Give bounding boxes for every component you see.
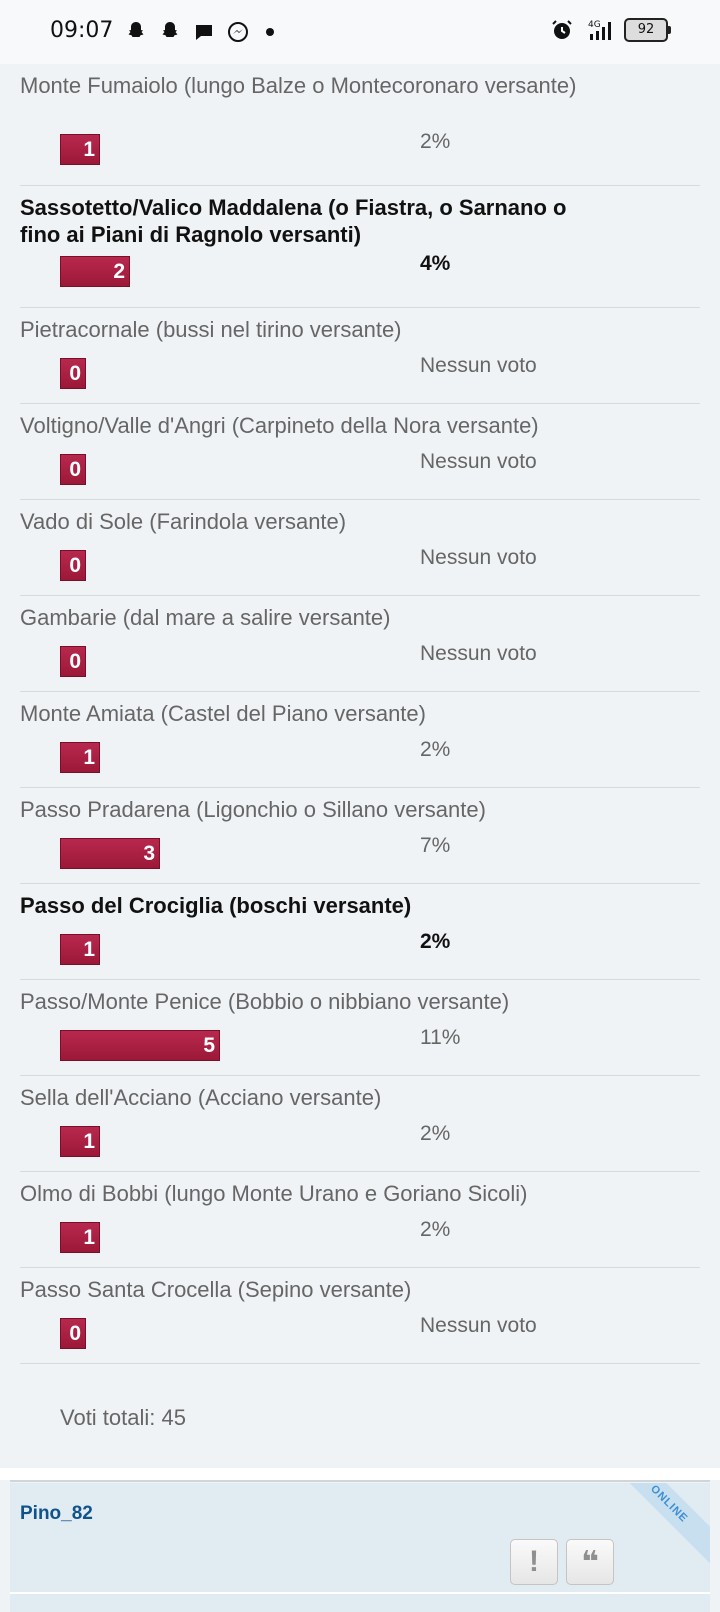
vote-bar: 1	[60, 134, 100, 165]
poll-option: Sassotetto/Valico Maddalena (o Fiastra, …	[20, 186, 700, 308]
vote-bar: 0	[60, 550, 86, 581]
messenger-icon	[228, 22, 248, 42]
vote-percent: 11%	[420, 1026, 461, 1049]
snapchat-icon	[128, 22, 144, 37]
vote-bar: 1	[60, 1126, 100, 1157]
poll-option-label: Passo Pradarena (Ligonchio o Sillano ver…	[20, 797, 486, 822]
poll-option-label: Pietracornale (bussi nel tirino versante…	[20, 317, 402, 342]
notification-icons	[124, 20, 274, 44]
vote-percent: Nessun voto	[420, 354, 537, 377]
poll-option-label: Monte Fumaiolo (lungo Balze o Montecoron…	[20, 73, 577, 98]
quote-button[interactable]: ❝	[566, 1539, 614, 1585]
bottom-divider	[10, 1592, 710, 1594]
status-bar: 09:07 4G 92	[0, 0, 720, 64]
poll-option-label: Monte Amiata (Castel del Piano versante)	[20, 701, 426, 726]
exclamation-icon: !	[529, 1545, 539, 1578]
vote-bar: 0	[60, 358, 86, 389]
poll-option: Gambarie (dal mare a salire versante) 0 Ne…	[20, 596, 700, 692]
signal-icon: 4G	[588, 20, 611, 40]
poll-option: Monte Amiata (Castel del Piano versante)…	[20, 692, 700, 788]
vote-bar: 0	[60, 1318, 86, 1349]
vote-percent: 2%	[420, 738, 451, 761]
poll-option-label: Passo/Monte Penice (Bobbio o nibbiano ve…	[20, 989, 510, 1014]
vote-bar: 2	[60, 256, 130, 287]
chat-bubble-icon	[196, 25, 212, 40]
poll-option: Passo Santa Crocella (Sepino versante) 0 N…	[20, 1268, 700, 1364]
vote-bar: 1	[60, 934, 100, 965]
vote-bar: 1	[60, 742, 100, 773]
poll-option: Sella dell'Acciano (Acciano versante) 1 2%	[20, 1076, 700, 1172]
vote-percent: 4%	[420, 252, 451, 275]
status-time: 09:07	[50, 18, 114, 43]
total-votes: Voti totali: 45	[60, 1405, 186, 1430]
separator-strip	[0, 1468, 720, 1480]
report-button[interactable]: !	[510, 1539, 558, 1585]
vote-percent: Nessun voto	[420, 450, 537, 473]
vote-percent: Nessun voto	[420, 1314, 537, 1337]
vote-bar: 3	[60, 838, 160, 869]
status-right: 4G 92	[550, 18, 671, 42]
poll-option-label: Sassotetto/Valico Maddalena (o Fiastra, …	[20, 195, 567, 247]
alarm-icon	[552, 20, 572, 39]
poll-option-label: Olmo di Bobbi (lungo Monte Urano e Goria…	[20, 1181, 528, 1206]
poll-results: Monte Fumaiolo (lungo Balze o Montecoron…	[20, 64, 700, 1364]
poll-option: Passo Pradarena (Ligonchio o Sillano ver…	[20, 788, 700, 884]
username-link[interactable]: Pino_82	[20, 1503, 93, 1525]
poll-option-label: Voltigno/Valle d'Angri (Carpineto della …	[20, 413, 539, 438]
poll-option-label: Sella dell'Acciano (Acciano versante)	[20, 1085, 382, 1110]
poll-option: Voltigno/Valle d'Angri (Carpineto della …	[20, 404, 700, 500]
divider	[10, 1480, 710, 1482]
poll-option: Olmo di Bobbi (lungo Monte Urano e Goria…	[20, 1172, 700, 1268]
poll-option-label: Passo Santa Crocella (Sepino versante)	[20, 1277, 412, 1302]
vote-percent: 2%	[420, 130, 451, 153]
network-type: 4G	[588, 20, 601, 30]
vote-bar: 1	[60, 1222, 100, 1253]
poll-option: Passo del Crociglia (boschi versante) 1 2%	[20, 884, 700, 980]
snapchat-icon	[162, 22, 178, 37]
vote-bar: 0	[60, 646, 86, 677]
vote-bar: 0	[60, 454, 86, 485]
poll-option: Vado di Sole (Farindola versante) 0 Nessun…	[20, 500, 700, 596]
poll-option: Passo/Monte Penice (Bobbio o nibbiano ve…	[20, 980, 700, 1076]
poll-option-label: Passo del Crociglia (boschi versante)	[20, 893, 412, 918]
poll-option-label: Gambarie (dal mare a salire versante)	[20, 605, 391, 630]
dot-icon	[266, 28, 274, 36]
poll-option-label: Vado di Sole (Farindola versante)	[20, 509, 347, 534]
battery-icon: 92	[624, 18, 671, 42]
poll-option: Monte Fumaiolo (lungo Balze o Montecoron…	[20, 64, 700, 186]
online-badge: ONLINE	[606, 1483, 710, 1567]
vote-percent: 7%	[420, 834, 451, 857]
vote-percent: 2%	[420, 1122, 451, 1145]
vote-percent: Nessun voto	[420, 642, 537, 665]
vote-percent: 2%	[420, 1218, 451, 1241]
poll-option: Pietracornale (bussi nel tirino versante…	[20, 308, 700, 404]
vote-bar: 5	[60, 1030, 220, 1061]
vote-percent: Nessun voto	[420, 546, 537, 569]
quote-icon: ❝	[581, 1545, 599, 1579]
vote-percent: 2%	[420, 930, 451, 953]
